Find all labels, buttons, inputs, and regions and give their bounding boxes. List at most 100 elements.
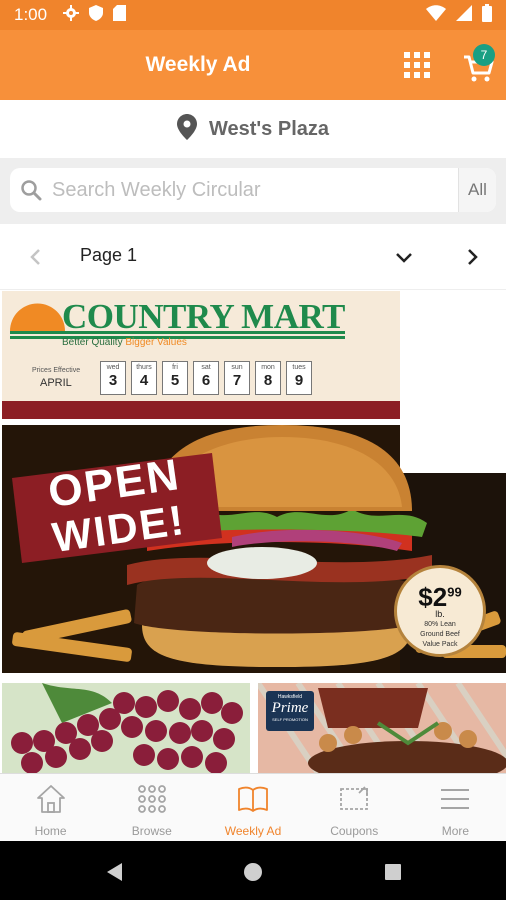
home-icon [36,785,65,813]
burger-promo-image: OPEN WIDE! $299 lb. 80% Lean Ground Beef… [2,425,506,673]
menu-icon [441,789,470,809]
day-number: 4 [139,372,149,389]
prime-badge-main: Prime [271,700,309,716]
prices-effective-label: Prices Effective [32,367,81,374]
cart-count-badge: 7 [473,44,495,66]
current-page-label[interactable]: Page 1 [80,245,137,266]
price-badge: $299 lb. 80% Lean Ground Beef Value Pack [394,565,486,657]
search-icon [10,168,52,212]
weekly-ad-page[interactable]: COUNTRY MART Better Quality Bigger Value… [0,291,506,773]
day-name: sun [231,364,243,371]
grid-dot [424,62,430,68]
prime-badge: Hawksfield Prime SELF PROMOTION [266,691,314,731]
day-box: tues 9 [286,361,312,395]
previous-page-button[interactable] [26,245,46,269]
nav-coupons-label: Coupons [330,824,379,838]
back-triangle-icon [107,863,122,881]
day-number: 6 [201,372,211,389]
next-page-button[interactable] [462,245,482,269]
steak-promo-image: Hawksfield Prime SELF PROMOTION [258,683,506,773]
search-input[interactable] [52,168,458,212]
chevron-left-icon [30,249,40,265]
open-wide-headline: OPEN WIDE! [12,450,222,563]
day-number: 7 [232,372,242,389]
day-box: sat 6 [193,361,219,395]
day-box: wed 3 [100,361,126,395]
shield-icon [89,5,104,25]
categories-grid-button[interactable] [403,51,431,79]
store-logo: COUNTRY MART [62,297,345,336]
search-bar-container: All [0,158,506,224]
nav-browse[interactable]: Browse [101,774,202,841]
nav-more[interactable]: More [405,774,506,841]
system-recents-button[interactable] [382,861,404,883]
page-dropdown-button[interactable] [393,246,415,268]
prime-badge-sub: SELF PROMOTION [272,717,308,722]
nav-more-label: More [441,824,470,838]
status-time: 1:00 [14,5,48,24]
tagline-text: Better Quality [62,337,123,348]
day-box: fri 5 [162,361,188,395]
day-number: 9 [294,372,304,389]
nav-weekly-ad[interactable]: Weekly Ad [202,774,303,841]
store-location-selector[interactable]: West's Plaza [0,100,506,158]
price-dollars: $2 [418,582,448,612]
price-desc-1: 80% Lean [424,621,456,628]
flyer-red-band [2,401,400,419]
gear-icon [63,5,80,25]
system-home-button[interactable] [242,861,264,883]
store-logo-sun [10,303,65,331]
day-name: mon [261,364,275,371]
day-number: 8 [263,372,273,389]
grid-dot [404,52,410,58]
page-title: Weekly Ad [145,53,251,76]
open-book-icon [238,786,268,812]
store-name: West's Plaza [209,117,329,140]
grid-dot [424,72,430,78]
nav-coupons[interactable]: Coupons [304,774,405,841]
effective-days: wed 3 thurs 4 fri 5 sat 6 sun 7 mon 8 tues 9 [100,361,312,395]
grid-dot [414,52,420,58]
system-back-button[interactable] [104,861,126,883]
price-desc-2: Ground Beef [420,631,460,638]
store-tagline: Better Quality Bigger Values [62,337,187,348]
day-number: 5 [170,372,180,389]
day-box: thurs 4 [131,361,157,395]
price-cents: 99 [447,584,462,600]
nav-browse-label: Browse [131,824,172,838]
wifi-icon [426,4,446,26]
chevron-down-icon [396,253,412,263]
grid-dot [404,72,410,78]
home-circle-icon [244,863,262,881]
page-navigator: Page 1 [0,224,506,290]
day-box: mon 8 [255,361,281,395]
day-name: tues [292,364,306,371]
price-unit: lb. [435,609,445,619]
prices-effective-month: APRIL [40,377,72,389]
grapes-promo-image [2,683,250,773]
day-name: thurs [136,364,152,371]
nav-home[interactable]: Home [0,774,101,841]
grid-dot [404,62,410,68]
grid-dot [414,62,420,68]
grid-dots-icon [137,785,166,813]
nav-home-label: Home [34,824,67,838]
price-desc-3: Value Pack [422,641,458,648]
search-box: All [10,168,496,212]
coupon-icon [340,786,369,810]
signal-icon [456,4,472,26]
battery-icon [482,3,492,27]
grid-dot [424,52,430,58]
day-name: fri [172,364,178,371]
flyer-header: COUNTRY MART Better Quality Bigger Value… [2,291,400,419]
tagline-accent: Bigger Values [125,337,187,348]
bottom-navigation: Home Browse Weekly Ad Coupons More [0,773,506,841]
chevron-right-icon [468,249,478,265]
day-name: sat [201,364,211,371]
day-box: sun 7 [224,361,250,395]
day-name: wed [106,364,120,371]
sd-card-icon [113,5,127,25]
search-scope-button[interactable]: All [458,168,496,212]
status-bar: 1:00 [0,0,506,30]
system-navigation-bar [0,841,506,900]
